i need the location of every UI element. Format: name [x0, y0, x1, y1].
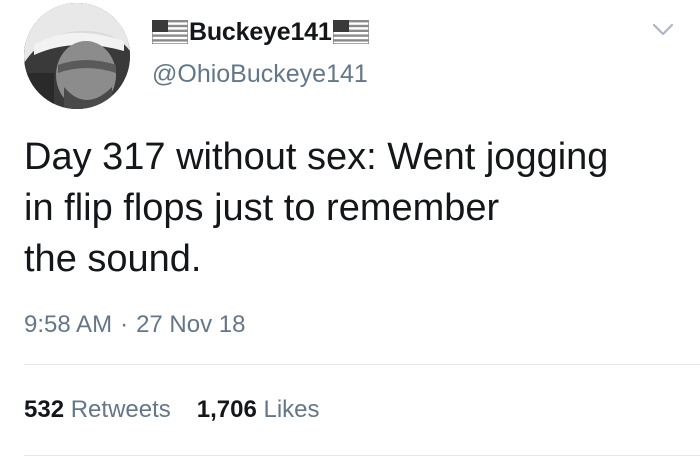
- tweet-stats: 532 Retweets 1,706 Likes: [24, 396, 320, 424]
- timestamp-time[interactable]: 9:58 AM: [24, 311, 112, 338]
- divider: [24, 364, 700, 365]
- avatar[interactable]: [24, 3, 130, 109]
- likes-stat[interactable]: 1,706 Likes: [197, 396, 320, 424]
- retweets-label: Retweets: [70, 396, 171, 423]
- retweets-stat[interactable]: 532 Retweets: [24, 396, 171, 424]
- tweet-text: Day 317 without sex: Went jogging in fli…: [24, 136, 609, 280]
- likes-count: 1,706: [196, 396, 257, 423]
- timestamp-date[interactable]: 27 Nov 18: [136, 311, 245, 338]
- display-name[interactable]: Buckeye141: [189, 18, 332, 47]
- user-name-row[interactable]: Buckeye141: [152, 16, 369, 48]
- us-flag-icon: [332, 20, 369, 44]
- timestamp-separator: ·: [120, 311, 129, 338]
- divider: [24, 455, 700, 456]
- tweet-timestamp[interactable]: 9:58 AM · 27 Nov 18: [24, 311, 245, 339]
- chevron-down-icon[interactable]: [651, 20, 675, 40]
- likes-label: Likes: [263, 396, 320, 423]
- user-handle[interactable]: @OhioBuckeye141: [152, 60, 368, 89]
- tweet-card: Buckeye141 @OhioBuckeye141 Day 317 witho…: [0, 0, 700, 467]
- retweets-count: 532: [24, 396, 65, 423]
- us-flag-icon: [152, 20, 188, 44]
